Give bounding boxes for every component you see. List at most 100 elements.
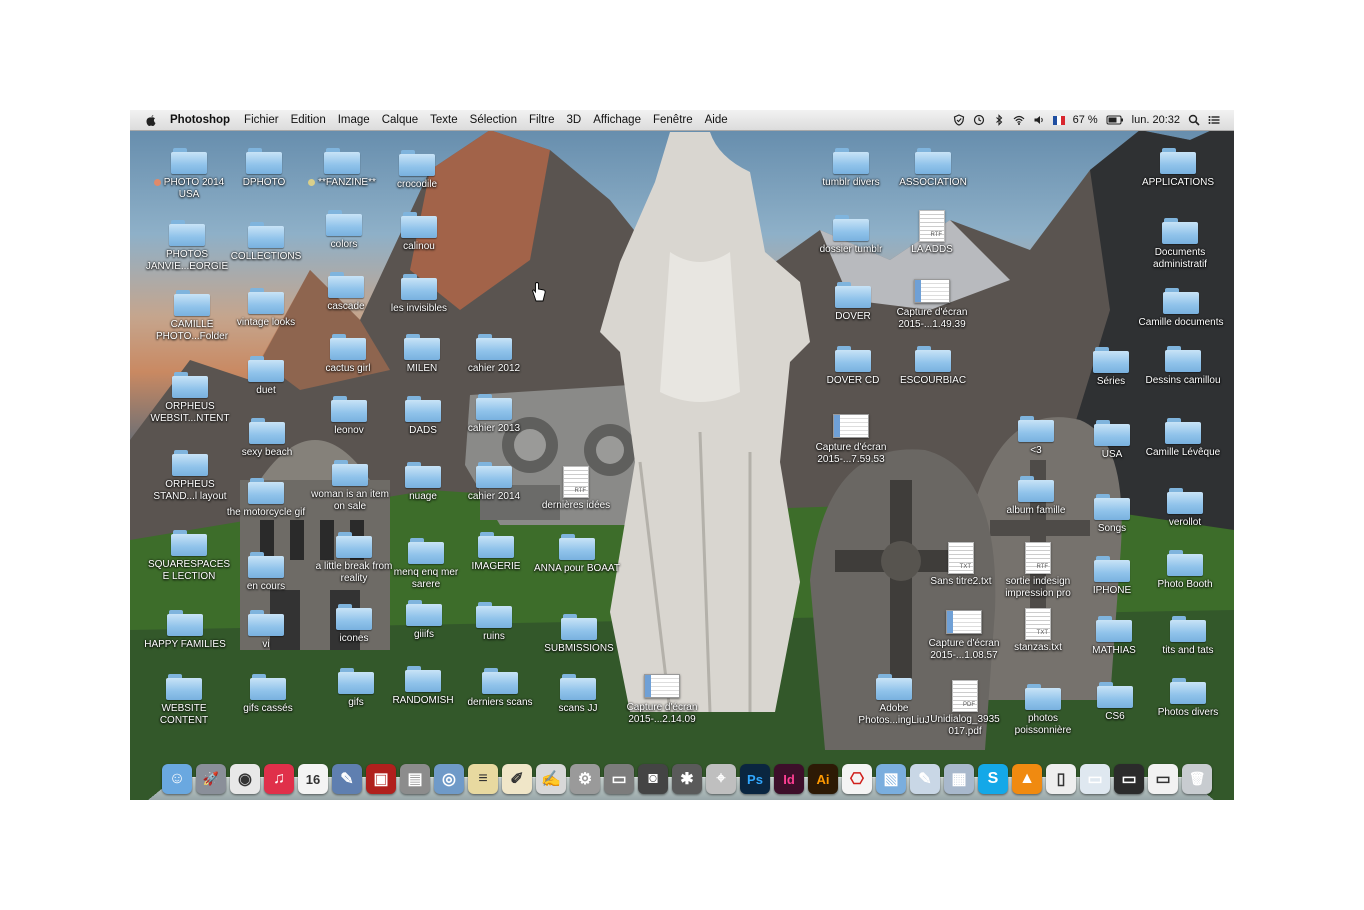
dock-monitor-icon[interactable]: ▭: [604, 764, 634, 794]
menu-texte[interactable]: Texte: [424, 114, 464, 126]
input-source-flag-icon[interactable]: [1052, 115, 1065, 125]
desktop-folder-derniers-scans[interactable]: derniers scans: [456, 668, 544, 709]
desktop-folder-squarespacese-lection[interactable]: SQUARESPACESE LECTION: [145, 530, 233, 583]
apple-menu-icon[interactable]: [144, 113, 158, 127]
desktop-folder-association[interactable]: ASSOCIATION: [889, 148, 977, 189]
dock-notes-icon[interactable]: ≡: [468, 764, 498, 794]
dock-photoshop-icon[interactable]: Ps: [740, 764, 770, 794]
desktop-folder-happy-families[interactable]: HAPPY FAMILIES: [141, 610, 229, 651]
menu-calque[interactable]: Calque: [376, 114, 424, 126]
dock-photo-booth-icon[interactable]: ▣: [366, 764, 396, 794]
dock-launchpad-icon[interactable]: 🚀: [196, 764, 226, 794]
spotlight-search-icon[interactable]: [1188, 114, 1200, 126]
dock-camera-icon[interactable]: ◙: [638, 764, 668, 794]
desktop-folder-orpheus-stand-l-layout[interactable]: ORPHEUS STAND...l layout: [146, 450, 234, 503]
desktop-folder-dover[interactable]: DOVER: [809, 282, 897, 323]
wifi-icon[interactable]: [1013, 114, 1025, 126]
menu-affichage[interactable]: Affichage: [587, 114, 647, 126]
dock-iphoto-icon[interactable]: ▤: [400, 764, 430, 794]
dock-vlc-icon[interactable]: ▲: [1012, 764, 1042, 794]
shield-check-icon[interactable]: [953, 114, 965, 126]
menu-fichier[interactable]: Fichier: [238, 114, 285, 126]
desktop-folder-dphoto[interactable]: DPHOTO: [220, 148, 308, 189]
desktop-folder-photo-booth[interactable]: Photo Booth: [1141, 550, 1229, 591]
desktop-folder-vi[interactable]: vi: [222, 610, 310, 651]
desktop-folder-cahier-2014[interactable]: cahier 2014: [450, 462, 538, 503]
desktop-folder-ruins[interactable]: ruins: [450, 602, 538, 643]
menu-image[interactable]: Image: [332, 114, 376, 126]
desktop-shot-capture-d-cran-2015-2-14-09[interactable]: Capture d'écran 2015-...2.14.09: [618, 670, 706, 726]
desktop-folder-les-invisibles[interactable]: les invisibles: [375, 274, 463, 315]
desktop-doc-sans-titre2-txt[interactable]: TXT Sans titre2.txt: [917, 542, 1005, 588]
bluetooth-icon[interactable]: [993, 114, 1005, 126]
desktop-folder-crocodile[interactable]: crocodile: [373, 150, 461, 191]
time-machine-icon[interactable]: [973, 114, 985, 126]
notification-center-icon[interactable]: [1208, 114, 1220, 126]
desktop-folder-tits-and-tats[interactable]: tits and tats: [1144, 616, 1232, 657]
desktop-folder-en-cours[interactable]: en cours: [222, 552, 310, 593]
dock-system-preferences-icon[interactable]: ⚙: [570, 764, 600, 794]
menu-selection[interactable]: Sélection: [464, 114, 523, 126]
dock-skype-window-icon[interactable]: ▭: [1080, 764, 1110, 794]
desktop-folder-gifs-cass-s[interactable]: gifs cassés: [224, 674, 312, 715]
desktop-folder-cahier-2013[interactable]: cahier 2013: [450, 394, 538, 435]
dock-screenshot-icon[interactable]: ⌖: [706, 764, 736, 794]
dock-indesign-icon[interactable]: Id: [774, 764, 804, 794]
desktop-doc-derni-res-id-es[interactable]: RTF dernières idées: [532, 466, 620, 512]
desktop-folder-dossier-tumblr[interactable]: dossier tumblr: [807, 215, 895, 256]
desktop-folder-orpheus-websit-ntent[interactable]: ORPHEUS WEBSIT...NTENT: [146, 372, 234, 425]
dock-chrome-window-icon[interactable]: ▭: [1148, 764, 1178, 794]
dock-illustrator-icon[interactable]: Ai: [808, 764, 838, 794]
desktop-folder-duet[interactable]: duet: [222, 356, 310, 397]
dock-finder-icon[interactable]: ☺: [162, 764, 192, 794]
desktop-folder-photos-janvie-eorgie[interactable]: PHOTOS JANVIE...EORGIE: [143, 220, 231, 273]
menu-app-photoshop[interactable]: Photoshop: [164, 114, 238, 126]
desktop-folder-photos-divers[interactable]: Photos divers: [1144, 678, 1232, 719]
desktop-folder-scans-jj[interactable]: scans JJ: [534, 674, 622, 715]
dock-photos-icon[interactable]: ▧: [876, 764, 906, 794]
desktop-folder-camille-l-v-que[interactable]: Camille Lévêque: [1139, 418, 1227, 459]
desktop-folder-calinou[interactable]: calinou: [375, 212, 463, 253]
desktop-folder-vintage-looks[interactable]: vintage looks: [222, 288, 310, 329]
desktop-folder-documents-administratif[interactable]: Documents administratif: [1136, 218, 1224, 271]
dock-text-editor-icon[interactable]: ✎: [910, 764, 940, 794]
desktop-folder-submissions[interactable]: SUBMISSIONS: [535, 614, 623, 655]
dock-color-picker-icon[interactable]: ✱: [672, 764, 702, 794]
desktop-folder-camille-documents[interactable]: Camille documents: [1137, 288, 1225, 329]
dock-photo-library-icon[interactable]: ▦: [944, 764, 974, 794]
desktop-doc-stanzas-txt[interactable]: TXT stanzas.txt: [994, 608, 1082, 654]
desktop-folder-randomish[interactable]: RANDOMISH: [379, 666, 467, 707]
menu-edition[interactable]: Edition: [285, 114, 332, 126]
dock-pages-icon[interactable]: ✍: [536, 764, 566, 794]
menu-aide[interactable]: Aide: [699, 114, 734, 126]
desktop-folder-collections[interactable]: COLLECTIONS: [222, 222, 310, 263]
menu-3d[interactable]: 3D: [561, 114, 588, 126]
desktop-folder-applications[interactable]: APPLICATIONS: [1134, 148, 1222, 189]
desktop-folder-album-famille[interactable]: album famille: [992, 476, 1080, 517]
desktop-folder-cahier-2012[interactable]: cahier 2012: [450, 334, 538, 375]
desktop-shot-capture-d-cran-2015-1-49-39[interactable]: Capture d'écran 2015-...1.49.39: [888, 275, 976, 331]
menu-fenetre[interactable]: Fenêtre: [647, 114, 699, 126]
dock-acrobat-icon[interactable]: ⎔: [842, 764, 872, 794]
desktop-folder-website-content[interactable]: WEBSITE CONTENT: [140, 674, 228, 727]
desktop-folder-escourbiac[interactable]: ESCOURBIAC: [889, 346, 977, 387]
desktop-folder-verollot[interactable]: verollot: [1141, 488, 1229, 529]
desktop-folder-dover-cd[interactable]: DOVER CD: [809, 346, 897, 387]
dock-ps-window-icon[interactable]: ▭: [1114, 764, 1144, 794]
desktop-doc-unidialog-3935-017-pdf[interactable]: PDF Unidialog_3935 017.pdf: [921, 680, 1009, 738]
desktop-folder-the-motorcycle-gif[interactable]: the motorcycle gif: [222, 478, 310, 519]
desktop-folder-3[interactable]: <3: [992, 416, 1080, 457]
desktop-folder-tumblr-divers[interactable]: tumblr divers: [807, 148, 895, 189]
desktop-folder-imagerie[interactable]: IMAGERIE: [452, 532, 540, 573]
desktop-doc-la-adds[interactable]: RTF LA ADDS: [888, 210, 976, 256]
menu-clock[interactable]: lun. 20:32: [1132, 114, 1180, 126]
dock-pdf-stack-icon[interactable]: ▯: [1046, 764, 1076, 794]
battery-icon[interactable]: [1106, 114, 1124, 126]
dock-trash-icon[interactable]: 🗑: [1182, 764, 1212, 794]
dock-calendar-icon[interactable]: 16: [298, 764, 328, 794]
dock-preview-icon[interactable]: ✎: [332, 764, 362, 794]
desktop-folder-anna-pour-boaat[interactable]: ANNA pour BOAAT: [533, 534, 621, 575]
dock-textedit-icon[interactable]: ✐: [502, 764, 532, 794]
volume-icon[interactable]: [1033, 114, 1045, 126]
dock-image-capture-icon[interactable]: ◎: [434, 764, 464, 794]
